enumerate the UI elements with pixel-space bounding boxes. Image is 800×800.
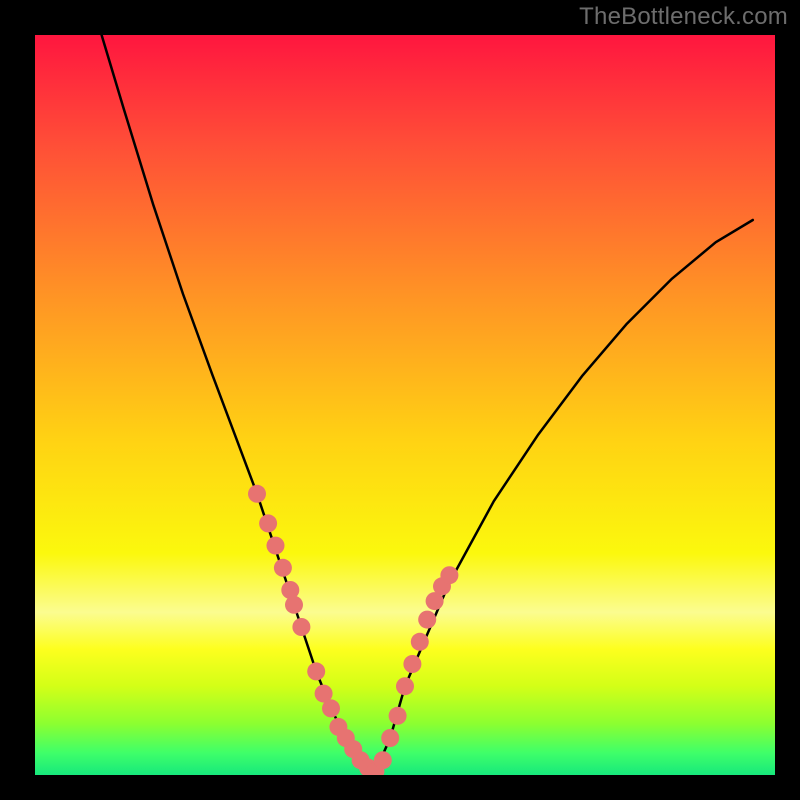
- marker-dot: [440, 566, 458, 584]
- plot-svg: [35, 35, 775, 775]
- marker-dot: [418, 611, 436, 629]
- marker-dot: [248, 485, 266, 503]
- marker-dot: [259, 514, 277, 532]
- watermark-label: TheBottleneck.com: [579, 3, 788, 31]
- marker-dot: [381, 729, 399, 747]
- marker-dot: [292, 618, 310, 636]
- marker-dot: [403, 655, 421, 673]
- marker-dot: [396, 677, 414, 695]
- marker-dot: [374, 751, 392, 769]
- marker-dot: [307, 662, 325, 680]
- marker-dot: [267, 537, 285, 555]
- marker-dot: [389, 707, 407, 725]
- marker-dot: [285, 596, 303, 614]
- marker-dot: [411, 633, 429, 651]
- marker-dot: [274, 559, 292, 577]
- marker-dot: [322, 699, 340, 717]
- chart-frame: TheBottleneck.com: [0, 0, 800, 800]
